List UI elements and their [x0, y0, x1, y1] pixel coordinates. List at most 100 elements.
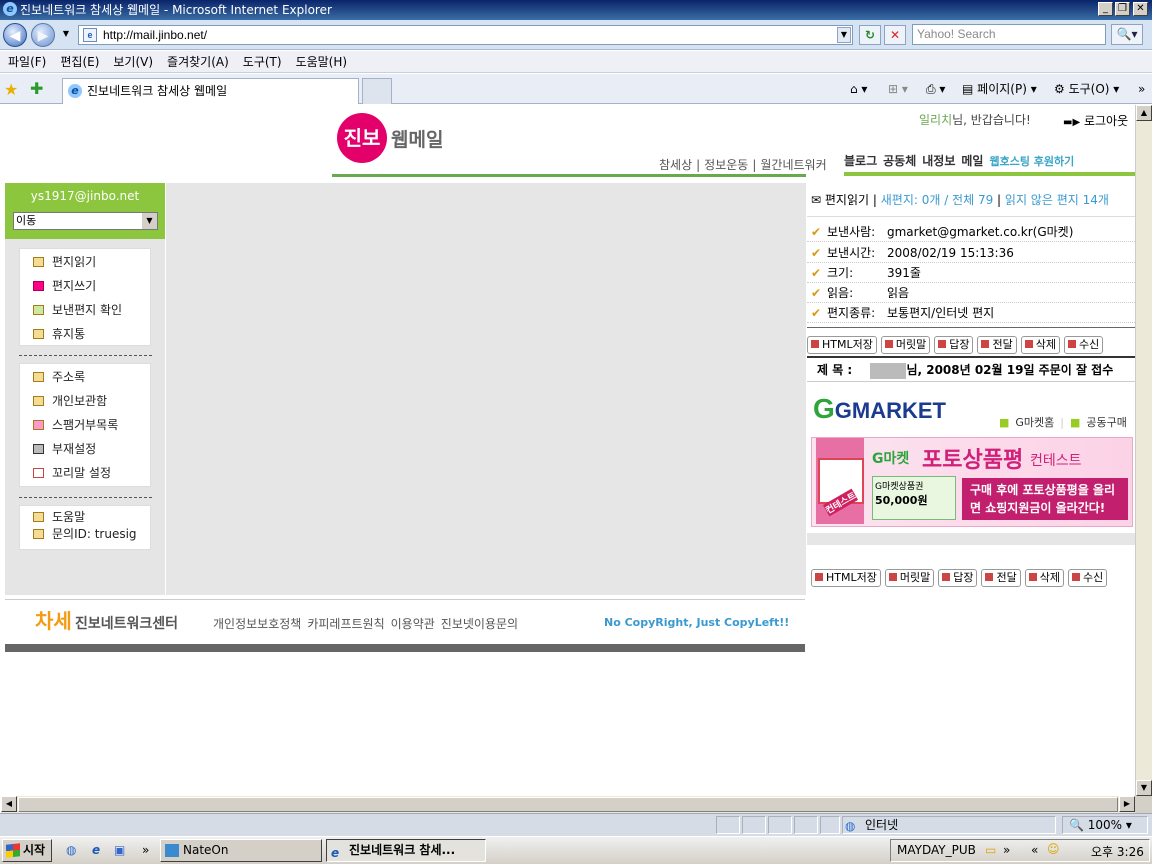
maximize-button[interactable]: ❐ — [1115, 2, 1130, 16]
scroll-right-icon[interactable]: ▶ — [1119, 796, 1135, 812]
gmarket-group-link[interactable]: 공동구매 — [1086, 414, 1126, 430]
quicklaunch-browser-icon[interactable]: e — [92, 843, 100, 857]
logout-link[interactable]: ▬▶ 로그아웃 — [1063, 112, 1128, 129]
menu-sent-mail[interactable]: 보낸편지 확인 — [20, 298, 150, 322]
menu-file[interactable]: 파일(F) — [8, 51, 46, 73]
fields-rule — [807, 327, 1135, 328]
quicklaunch-more-icon[interactable]: » — [142, 843, 149, 857]
new-mail-count[interactable]: 새편지: 0개 / 전체 79 — [881, 193, 994, 207]
address-bar[interactable]: e http://mail.jinbo.net/ — [78, 25, 853, 45]
menu-write-mail[interactable]: 편지쓰기 — [20, 274, 150, 298]
start-button[interactable]: 시작 — [2, 839, 52, 862]
scroll-up-icon[interactable]: ▲ — [1136, 105, 1152, 121]
menu-edit[interactable]: 편집(E) — [60, 51, 99, 73]
menu-archive[interactable]: 개인보관함 — [20, 389, 150, 413]
unread-count[interactable]: 읽지 않은 편지 14개 — [1005, 193, 1109, 207]
footer-contact[interactable]: 진보넷이용문의 — [441, 615, 518, 632]
menu-help[interactable]: 도움말(H) — [296, 51, 348, 73]
menu-help-item[interactable]: 도움말 — [20, 509, 150, 526]
html-save-button-2[interactable]: HTML저장 — [811, 569, 881, 587]
favorites-star-icon[interactable]: ★ — [4, 80, 18, 99]
scroll-thumb[interactable] — [18, 797, 1118, 812]
nav-chamsesang[interactable]: 참세상 — [659, 156, 692, 173]
nav-community[interactable]: 공동체 — [883, 152, 916, 169]
zoom-control[interactable]: 🔍 100% ▾ — [1062, 816, 1148, 834]
chevron-more-icon[interactable]: » — [1138, 80, 1145, 98]
menu-favorites[interactable]: 즐겨찾기(A) — [167, 51, 229, 73]
menu-tools[interactable]: 도구(T) — [243, 51, 282, 73]
html-save-button[interactable]: HTML저장 — [807, 336, 877, 354]
task-nateon[interactable]: NateOn — [160, 839, 322, 862]
envelope-icon — [33, 257, 44, 267]
nav-info-movement[interactable]: 정보운동 — [704, 156, 748, 173]
header-button[interactable]: 머릿말 — [880, 336, 931, 354]
greeting: 일리치님, 반갑습니다! — [919, 111, 1031, 128]
menu-addressbook[interactable]: 주소록 — [20, 365, 150, 389]
close-button[interactable]: ✕ — [1133, 2, 1148, 16]
address-dropdown-icon[interactable]: ▼ — [837, 27, 851, 43]
folder-icon[interactable]: ▭ — [985, 843, 996, 857]
header-button-2[interactable]: 머릿말 — [884, 569, 935, 587]
rss-feed-icon[interactable]: ⊞ ▾ — [888, 80, 908, 98]
footer-copyleft[interactable]: 카피레프트원칙 — [307, 615, 384, 632]
tab-mail[interactable]: e 진보네트워크 참세상 웹메일 — [62, 78, 359, 104]
tray-label[interactable]: MAYDAY_PUB — [897, 843, 976, 857]
nav-myinfo[interactable]: 내정보 — [922, 152, 955, 169]
nav-networker[interactable]: 월간네트워커 — [760, 156, 826, 173]
home-icon[interactable]: ⌂ ▾ — [850, 80, 867, 98]
reply-button[interactable]: 답장 — [934, 336, 974, 354]
sidebar-divider-2 — [19, 497, 152, 498]
add-favorite-icon[interactable]: ✚ — [30, 79, 43, 98]
promo-banner[interactable]: 컨테스트 G마켓 포토상품평 컨테스트 G마켓상품권 50,000원 구매 후에… — [811, 437, 1133, 527]
forward-mail-button-2[interactable]: 전달 — [981, 569, 1021, 587]
menu-spam-list[interactable]: 스팸거부목록 — [20, 413, 150, 437]
menu-absence[interactable]: 부재설정 — [20, 437, 150, 461]
scroll-left-icon[interactable]: ◀ — [1, 796, 17, 812]
reply-button-2[interactable]: 답장 — [938, 569, 978, 587]
receive-button[interactable]: 수신 — [1063, 336, 1104, 354]
tools-menu[interactable]: ⚙ 도구(O) ▾ — [1054, 80, 1119, 98]
messenger-icon[interactable]: ☺ — [1047, 842, 1060, 856]
delete-button-2[interactable]: 삭제 — [1024, 569, 1064, 587]
refresh-icon[interactable]: ↻ — [859, 25, 881, 45]
menu-trash[interactable]: 휴지통 — [20, 322, 150, 346]
menu-signature[interactable]: 꼬리말 설정 — [20, 461, 150, 485]
forward-mail-button[interactable]: 전달 — [977, 336, 1017, 354]
search-input[interactable]: Yahoo! Search — [912, 24, 1106, 45]
tray-more-icon[interactable]: » — [1003, 843, 1010, 857]
menu-view[interactable]: 보기(V) — [113, 51, 153, 73]
nav-mail[interactable]: 메일 — [961, 152, 983, 169]
search-button[interactable]: 🔍▾ — [1111, 24, 1143, 45]
clock[interactable]: 오후 3:26 — [1091, 843, 1144, 860]
back-button[interactable]: ◀ — [3, 23, 27, 47]
nav-blog[interactable]: 블로그 — [844, 152, 877, 169]
tray-expand-icon[interactable]: « — [1031, 843, 1038, 857]
footer-rule-bottom — [5, 644, 805, 652]
menu-contact-id[interactable]: 문의ID: truesig — [20, 526, 150, 543]
scroll-down-icon[interactable]: ▼ — [1136, 780, 1152, 796]
move-select[interactable]: 이동 ▼ — [13, 212, 158, 230]
stop-icon[interactable]: ✕ — [884, 25, 906, 45]
horizontal-scrollbar[interactable]: ◀ ▶ — [1, 796, 1135, 813]
minimize-button[interactable]: _ — [1098, 2, 1113, 16]
gmarket-home-link[interactable]: G마켓홈 — [1015, 414, 1054, 430]
top-nav: 참세상 | 정보운동 | 월간네트워커 — [659, 156, 827, 173]
receive-button-2[interactable]: 수신 — [1067, 569, 1108, 587]
forward-button[interactable]: ▶ — [31, 23, 55, 47]
field-label: 크기: — [827, 266, 854, 280]
task-browser[interactable]: e 진보네트워크 참세... — [326, 839, 486, 862]
gmarket-logo[interactable]: GGMARKET — [813, 393, 946, 425]
vertical-scrollbar[interactable]: ▲ ▼ — [1135, 105, 1152, 796]
delete-button[interactable]: 삭제 — [1020, 336, 1060, 354]
footer-terms[interactable]: 이용약관 — [391, 615, 435, 632]
hosting-link[interactable]: 웹호스팅 후원하기 — [989, 153, 1074, 169]
print-icon[interactable]: ⎙ ▾ — [926, 80, 945, 98]
history-dropdown-icon[interactable]: ▼ — [59, 27, 73, 43]
jinbo-logo-circle[interactable]: 진보 — [337, 113, 387, 163]
page-menu[interactable]: ▤ 페이지(P) ▾ — [962, 80, 1037, 98]
quicklaunch-box-icon[interactable]: ▣ — [114, 843, 125, 857]
new-tab-button[interactable] — [362, 78, 392, 104]
quicklaunch-ie-icon[interactable]: ◍ — [66, 843, 76, 857]
footer-privacy[interactable]: 개인정보보호정책 — [213, 615, 301, 632]
menu-read-mail[interactable]: 편지읽기 — [20, 250, 150, 274]
